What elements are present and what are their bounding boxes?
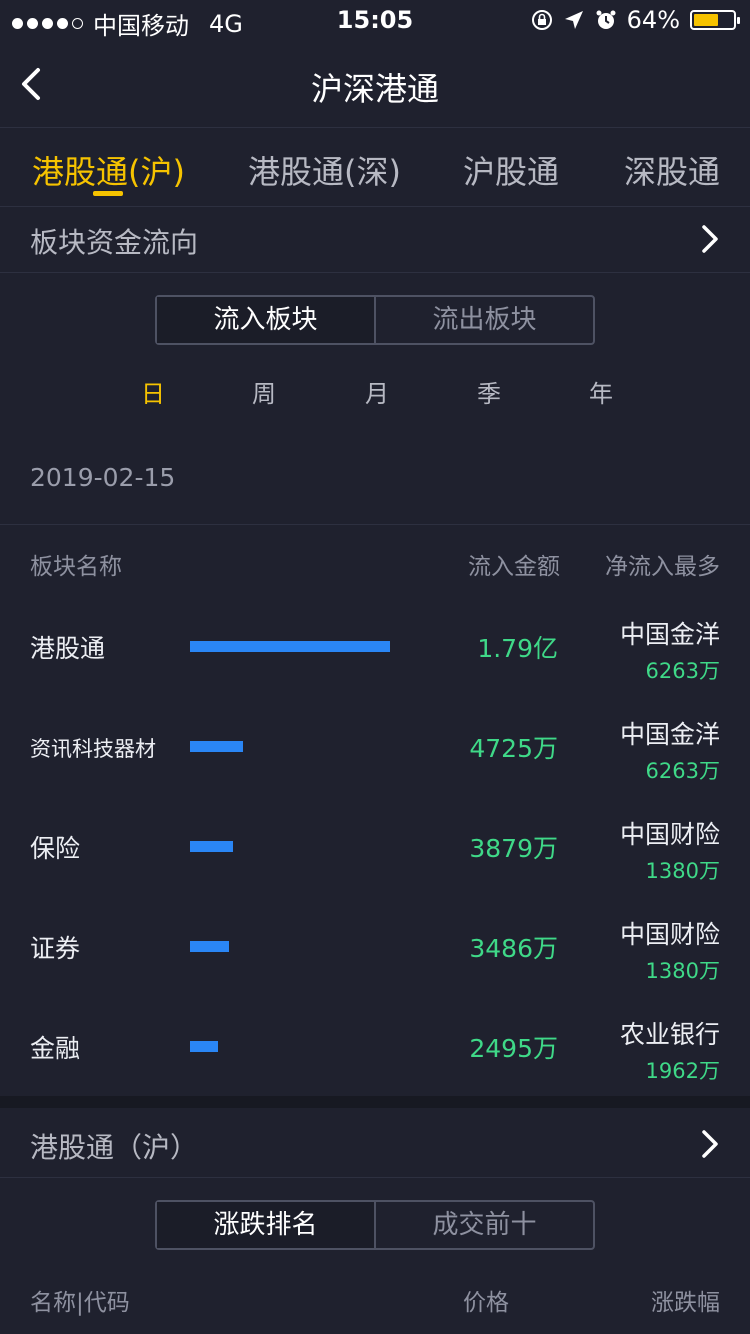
- period-selector: 日 周 月 季 年: [0, 374, 750, 409]
- segment-inflow[interactable]: 流入板块: [157, 297, 376, 343]
- sector-row[interactable]: 金融 2495万 农业银行 1962万: [0, 999, 750, 1099]
- period-quarter[interactable]: 季: [477, 374, 501, 409]
- section-separator: [0, 1096, 750, 1108]
- data-date: 2019-02-15: [30, 463, 176, 492]
- inflow-bar: [190, 841, 233, 852]
- alarm-clock-icon: [596, 10, 616, 29]
- sector-name: 金融: [30, 1034, 81, 1063]
- inflow-amount: 4725万: [469, 734, 558, 763]
- sector-flow-header[interactable]: 板块资金流向: [0, 207, 750, 273]
- inflow-bar: [190, 941, 229, 952]
- tab-hk-connect-sz[interactable]: 港股通(深): [248, 147, 401, 193]
- flow-direction-segment: 流入板块 流出板块: [155, 295, 595, 345]
- sector-row[interactable]: 保险 3879万 中国财险 1380万: [0, 799, 750, 899]
- sector-row[interactable]: 证券 3486万 中国财险 1380万: [0, 899, 750, 999]
- period-year[interactable]: 年: [589, 374, 613, 409]
- segment-top-turnover[interactable]: 成交前十: [376, 1202, 593, 1248]
- page-title: 沪深港通: [310, 70, 439, 108]
- column-sector-name: 板块名称: [30, 554, 122, 580]
- sector-row[interactable]: 港股通 1.79亿 中国金洋 6263万: [0, 599, 750, 699]
- segment-change-ranking[interactable]: 涨跌排名: [157, 1202, 376, 1248]
- hk-connect-header[interactable]: 港股通（沪）: [0, 1108, 750, 1178]
- inflow-amount: 3486万: [469, 934, 558, 963]
- top-stock-value: 6263万: [645, 759, 720, 783]
- navigation-bar: 沪深港通: [0, 40, 750, 128]
- inflow-amount: 2495万: [469, 1034, 558, 1063]
- inflow-amount: 3879万: [469, 834, 558, 863]
- battery-icon: [690, 10, 740, 30]
- inflow-bar: [190, 741, 243, 752]
- chevron-right-icon: [702, 1130, 718, 1158]
- rotation-lock-icon: [531, 10, 552, 30]
- column-name-code: 名称|代码: [30, 1290, 130, 1316]
- top-stock-name: 中国财险: [619, 820, 720, 849]
- hk-connect-title: 港股通（沪）: [30, 1131, 199, 1164]
- page: 中国移动 4G 15:05 64% 沪深港通 港股通(沪) 港股通(深) 沪股通…: [0, 0, 750, 1334]
- location-arrow-icon: [564, 11, 583, 29]
- sector-name: 港股通: [30, 634, 106, 663]
- active-tab-indicator: [93, 191, 123, 196]
- top-stock-value: 1962万: [645, 1059, 720, 1083]
- period-week[interactable]: 周: [252, 374, 276, 409]
- sector-name: 资讯科技器材: [30, 737, 156, 761]
- divider: [0, 524, 750, 525]
- tab-hk-connect-sh[interactable]: 港股通(沪): [32, 147, 185, 193]
- top-stock-value: 1380万: [645, 959, 720, 983]
- tab-sh-connect[interactable]: 沪股通: [463, 147, 559, 193]
- status-bar: 中国移动 4G 15:05 64%: [0, 0, 750, 40]
- sector-table-header: 板块名称 流入金额 净流入最多: [0, 547, 750, 580]
- tab-sz-connect[interactable]: 深股通: [624, 147, 720, 193]
- ranking-segment: 涨跌排名 成交前十: [155, 1200, 595, 1250]
- top-stock-value: 6263万: [645, 659, 720, 683]
- column-price: 价格: [463, 1290, 509, 1316]
- column-inflow-amount: 流入金额: [468, 554, 560, 580]
- inflow-bar: [190, 641, 390, 652]
- status-right: 64%: [531, 6, 740, 34]
- top-stock-name: 中国财险: [619, 920, 720, 949]
- sector-flow-title: 板块资金流向: [30, 226, 199, 259]
- column-change-pct: 涨跌幅: [651, 1290, 720, 1316]
- top-stock-value: 1380万: [645, 859, 720, 883]
- top-stock-name: 中国金洋: [619, 620, 720, 649]
- chevron-right-icon: [702, 225, 718, 253]
- period-month[interactable]: 月: [365, 374, 389, 409]
- top-stock-name: 农业银行: [619, 1020, 720, 1049]
- sector-name: 证券: [30, 934, 81, 963]
- sector-row[interactable]: 资讯科技器材 4725万 中国金洋 6263万: [0, 699, 750, 799]
- column-top-net-inflow: 净流入最多: [605, 554, 720, 580]
- sector-name: 保险: [30, 834, 81, 863]
- inflow-bar: [190, 1041, 218, 1052]
- period-day[interactable]: 日: [141, 374, 165, 409]
- ranking-table-header: 名称|代码 价格 涨跌幅: [0, 1283, 750, 1316]
- top-stock-name: 中国金洋: [619, 720, 720, 749]
- segment-outflow[interactable]: 流出板块: [376, 297, 593, 343]
- inflow-amount: 1.79亿: [477, 634, 558, 663]
- battery-percent: 64%: [626, 6, 680, 34]
